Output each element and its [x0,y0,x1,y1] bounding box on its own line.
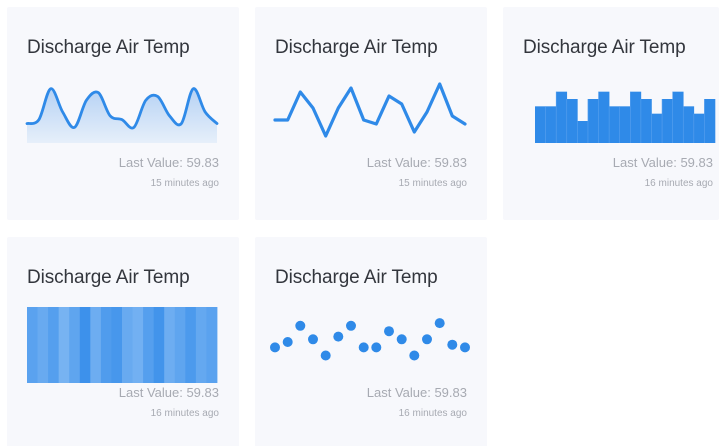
data-point [447,339,458,350]
bar-chart [535,77,716,143]
timestamp-label: 15 minutes ago [150,178,219,189]
heatmap-cell [79,307,91,383]
timestamp-label: 16 minutes ago [644,178,713,189]
data-point [460,342,470,353]
bar [704,99,716,143]
widget-card-bar-chart[interactable]: Discharge Air Temp Last Value: 59.83 16 … [503,7,719,220]
data-point [434,318,445,329]
line-chart-svg [273,82,467,138]
card-title: Discharge Air Temp [523,37,686,58]
series-line [273,82,467,138]
last-value-label: Last Value: 59.83 [118,385,219,400]
data-point [308,334,318,345]
heatmap-cell [132,307,144,383]
data-point [282,337,293,347]
bar [683,106,695,143]
heatmap-cell [206,307,218,383]
line-chart [273,77,467,143]
data-point [358,342,369,353]
heatmap-cell [69,307,81,383]
heatmap-cell [195,307,207,383]
bar [545,106,557,143]
bar [535,106,546,143]
bar [566,99,578,143]
scatter-chart-svg [270,318,470,361]
heatmap-cell [48,307,60,383]
heatmap-cell [111,307,123,383]
bar [630,91,642,143]
bar [619,106,631,143]
bar [587,99,599,143]
last-value-label: Last Value: 59.83 [612,155,713,170]
bar [577,121,589,143]
dashboard-grid: Discharge Air Temp Last Value: 59.83 15 … [0,0,726,446]
data-point [371,342,382,353]
data-point [384,326,394,337]
data-point [396,334,407,345]
data-point [422,334,432,345]
scatter-chart [270,307,470,373]
widget-card-line-chart[interactable]: Discharge Air Temp Last Value: 59.83 15 … [255,7,487,220]
heatmap-cell [174,307,186,383]
timestamp-label: 15 minutes ago [398,178,467,189]
data-point [295,320,306,331]
bar [672,91,684,143]
heatmap-cell [27,307,38,383]
heatmap-chart [27,307,218,383]
widget-card-scatter-chart[interactable]: Discharge Air Temp Last Value: 59.83 16 … [255,237,487,446]
data-point [409,350,420,361]
widget-card-area-chart[interactable]: Discharge Air Temp Last Value: 59.83 15 … [7,7,239,220]
data-point [333,331,344,342]
heatmap-chart-svg [27,307,218,383]
bar [609,106,621,143]
last-value-label: Last Value: 59.83 [366,385,467,400]
bar [640,99,652,143]
heatmap-cell [90,307,102,383]
bar [662,99,673,143]
bar [598,91,610,143]
card-title: Discharge Air Temp [275,37,438,58]
heatmap-cell [164,307,176,383]
widget-card-heatmap-chart[interactable]: Discharge Air Temp Last Value: 59.83 16 … [7,237,239,446]
heatmap-cell [143,307,155,383]
heatmap-cell [58,307,70,383]
card-title: Discharge Air Temp [27,267,190,288]
bar-chart-svg [535,91,716,143]
heatmap-cell [122,307,133,383]
data-point [320,350,331,361]
card-title: Discharge Air Temp [27,37,190,58]
timestamp-label: 16 minutes ago [150,408,219,419]
last-value-label: Last Value: 59.83 [118,155,219,170]
bar [651,113,663,143]
timestamp-label: 16 minutes ago [398,408,467,419]
heatmap-cell [153,307,165,383]
heatmap-cell [100,307,112,383]
data-point [270,342,280,353]
last-value-label: Last Value: 59.83 [366,155,467,170]
data-point [346,320,356,331]
bar [693,113,705,143]
card-title: Discharge Air Temp [275,267,438,288]
area-chart-svg [25,87,219,143]
heatmap-cell [185,307,197,383]
heatmap-cell [37,307,49,383]
bar [556,91,568,143]
area-chart [25,77,219,143]
